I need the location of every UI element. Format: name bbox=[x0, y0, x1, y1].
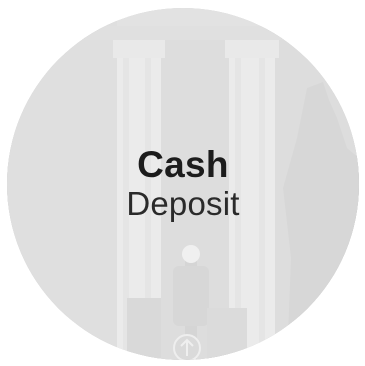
tile-title-bold: Cash bbox=[137, 144, 229, 185]
cash-deposit-tile[interactable]: Cash Deposit bbox=[0, 0, 365, 366]
circular-photo-button[interactable]: Cash Deposit bbox=[7, 8, 359, 360]
tile-title-light: Deposit bbox=[126, 185, 240, 222]
tile-caption: Cash Deposit bbox=[7, 146, 359, 220]
